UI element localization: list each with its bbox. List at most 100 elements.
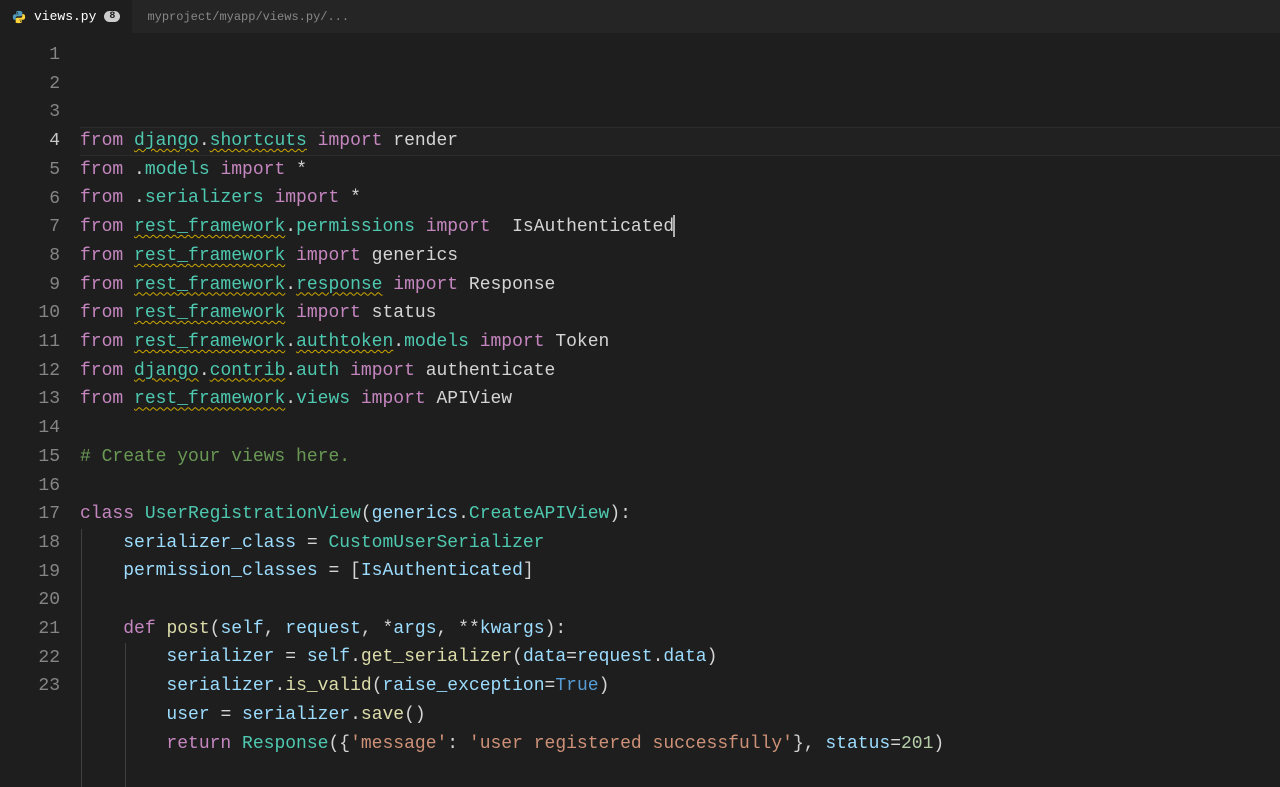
token: authtoken	[296, 332, 393, 352]
token: .	[350, 647, 361, 667]
token: .	[134, 188, 145, 208]
tab-bar: views.py 8 myproject/myapp/views.py/...	[0, 0, 1280, 34]
token: rest_framework	[134, 389, 285, 409]
code-line[interactable]: from .serializers import *	[80, 184, 1280, 213]
token: authenticate	[426, 361, 556, 381]
indent-guide	[125, 643, 126, 672]
token	[80, 533, 123, 553]
indent-guide	[81, 615, 82, 644]
code-line[interactable]: serializer.is_valid(raise_exception=True…	[80, 672, 1280, 701]
code-line[interactable]: permission_classes = [IsAuthenticated]	[80, 557, 1280, 586]
token	[80, 676, 166, 696]
breadcrumb[interactable]: myproject/myapp/views.py/...	[133, 10, 349, 24]
token: django	[134, 361, 199, 381]
code-line[interactable]	[80, 471, 1280, 500]
token: generics	[372, 504, 458, 524]
token: from	[80, 332, 134, 352]
token: Token	[555, 332, 609, 352]
token: data	[523, 647, 566, 667]
line-number: 20	[0, 586, 60, 615]
token	[80, 647, 166, 667]
token: IsAuthenticated	[361, 561, 523, 581]
token: .	[285, 275, 296, 295]
token: *	[350, 188, 361, 208]
code-line[interactable]: from rest_framework import generics	[80, 242, 1280, 271]
token: .	[285, 361, 296, 381]
code-line[interactable]	[80, 758, 1280, 787]
token: ):	[545, 619, 567, 639]
token: .	[350, 705, 361, 725]
line-number: 9	[0, 271, 60, 300]
code-line[interactable]: from .models import *	[80, 156, 1280, 185]
token: self	[220, 619, 263, 639]
token: permissions	[296, 217, 415, 237]
token: import	[415, 217, 512, 237]
token: save	[361, 705, 404, 725]
token: import	[469, 332, 555, 352]
token: from	[80, 131, 134, 151]
token: ]	[523, 561, 534, 581]
token: from	[80, 217, 134, 237]
token: import	[307, 131, 393, 151]
code-line[interactable]: from rest_framework.permissions import I…	[80, 213, 1280, 242]
token: 'message'	[350, 734, 447, 754]
line-number: 21	[0, 615, 60, 644]
line-number: 22	[0, 644, 60, 673]
code-line[interactable]: class UserRegistrationView(generics.Crea…	[80, 500, 1280, 529]
code-editor[interactable]: 1234567891011121314151617181920212223 fr…	[0, 34, 1280, 689]
code-line[interactable]: from rest_framework import status	[80, 299, 1280, 328]
token: APIView	[437, 389, 513, 409]
token: 'user registered successfully'	[469, 734, 793, 754]
token: auth	[296, 361, 339, 381]
token: .	[285, 217, 296, 237]
code-line[interactable]: from django.shortcuts import render	[80, 127, 1280, 156]
code-line[interactable]: def post(self, request, *args, **kwargs)…	[80, 615, 1280, 644]
token: serializer	[242, 705, 350, 725]
line-number: 6	[0, 185, 60, 214]
token: views	[296, 389, 350, 409]
token: kwargs	[480, 619, 545, 639]
token: (	[372, 676, 383, 696]
line-number: 16	[0, 472, 60, 501]
code-line[interactable]: from django.contrib.auth import authenti…	[80, 357, 1280, 386]
line-number: 14	[0, 414, 60, 443]
token: rest_framework	[134, 332, 285, 352]
line-number: 3	[0, 98, 60, 127]
indent-guide	[125, 672, 126, 701]
token: True	[555, 676, 598, 696]
token: import	[264, 188, 350, 208]
editor-tab[interactable]: views.py 8	[0, 0, 133, 33]
token: , *	[361, 619, 393, 639]
code-line[interactable]: from rest_framework.views import APIView	[80, 385, 1280, 414]
line-number: 2	[0, 70, 60, 99]
line-number: 15	[0, 443, 60, 472]
token: (	[361, 504, 372, 524]
token: from	[80, 160, 134, 180]
code-line[interactable]: from rest_framework.response import Resp…	[80, 271, 1280, 300]
token: )	[707, 647, 718, 667]
line-number: 11	[0, 328, 60, 357]
token: import	[382, 275, 468, 295]
code-line[interactable]: serializer = self.get_serializer(data=re…	[80, 643, 1280, 672]
code-line[interactable]: from rest_framework.authtoken.models imp…	[80, 328, 1280, 357]
code-line[interactable]: # Create your views here.	[80, 443, 1280, 472]
code-line[interactable]	[80, 414, 1280, 443]
code-area[interactable]: from django.shortcuts import renderfrom …	[80, 34, 1280, 689]
code-line[interactable]: serializer_class = CustomUserSerializer	[80, 529, 1280, 558]
tab-filename: views.py	[34, 9, 96, 24]
token: import	[210, 160, 296, 180]
token: Response	[242, 734, 328, 754]
token: CreateAPIView	[469, 504, 609, 524]
token: Response	[469, 275, 555, 295]
indent-guide	[81, 529, 82, 558]
token: serializer	[166, 676, 274, 696]
code-line[interactable]: user = serializer.save()	[80, 701, 1280, 730]
token: models	[145, 160, 210, 180]
token: ):	[609, 504, 631, 524]
token: # Create your views here.	[80, 447, 350, 467]
token: args	[393, 619, 436, 639]
line-number: 19	[0, 558, 60, 587]
indent-guide	[81, 758, 82, 787]
code-line[interactable]	[80, 586, 1280, 615]
code-line[interactable]: return Response({'message': 'user regist…	[80, 730, 1280, 759]
